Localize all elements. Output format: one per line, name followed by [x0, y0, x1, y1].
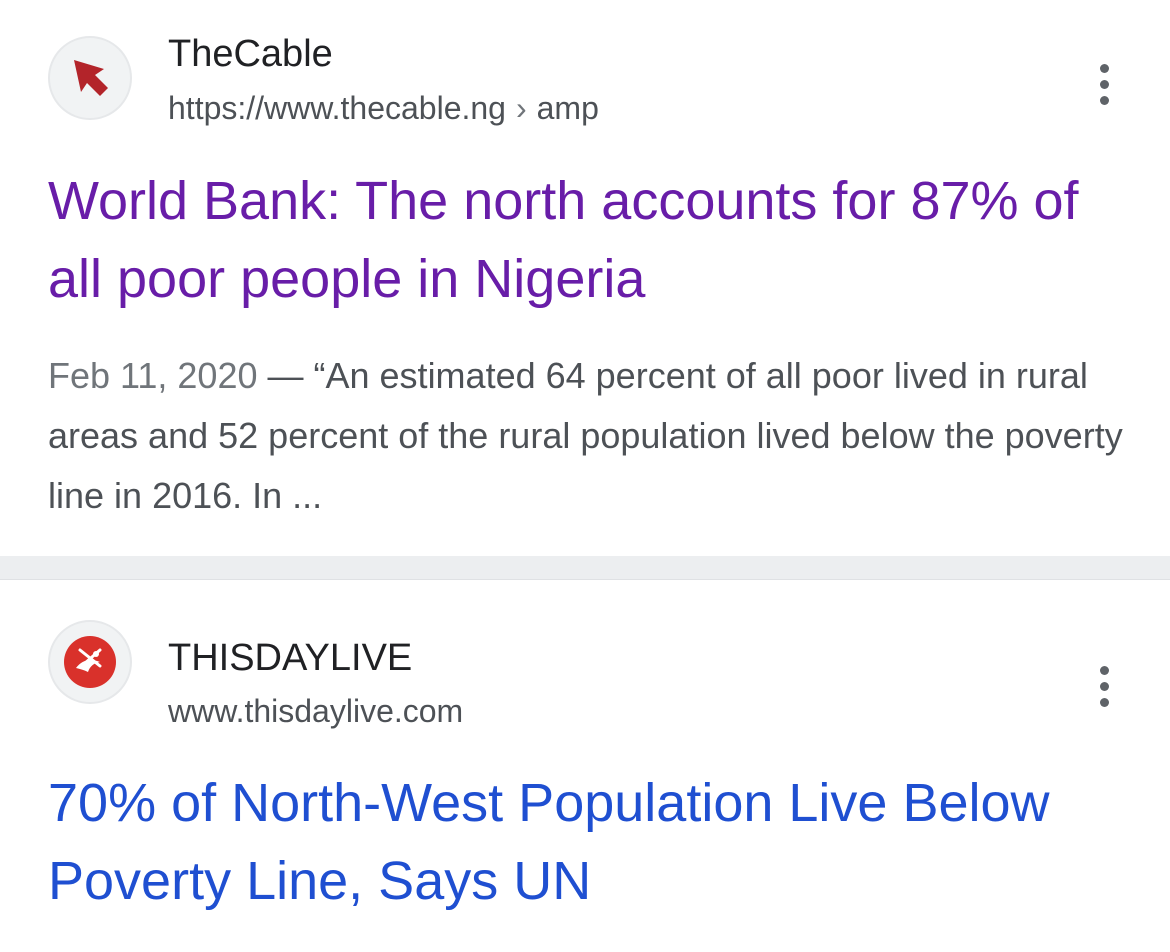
menu-dot-icon — [1099, 681, 1109, 691]
thisday-bird-icon — [64, 636, 116, 688]
site-url[interactable]: www.thisdaylive.com — [168, 691, 463, 731]
menu-dot-icon — [1099, 697, 1109, 707]
search-result-thisdaylive: THISDAYLIVE www.thisdaylive.com 70% of N… — [0, 580, 1170, 952]
date-separator: — — [257, 355, 314, 396]
menu-dot-icon — [1099, 665, 1109, 675]
more-options-button[interactable] — [1080, 54, 1128, 114]
red-arrow-icon — [74, 60, 108, 96]
result-snippet: Feb 11, 2020 — “An estimated 64 percent … — [48, 346, 1128, 526]
site-name[interactable]: TheCable — [168, 32, 333, 76]
site-name[interactable]: THISDAYLIVE — [168, 636, 412, 680]
results-divider — [0, 556, 1170, 580]
url-separator: › — [515, 90, 527, 126]
thecable-favicon-icon[interactable] — [48, 36, 132, 120]
search-result-thecable: TheCable https://www.thecable.ng › amp Wor… — [0, 0, 1170, 556]
site-url[interactable]: https://www.thecable.ng › amp — [168, 88, 599, 128]
result-title-link[interactable]: World Bank: The north accounts for 87% o… — [48, 162, 1128, 318]
menu-dot-icon — [1099, 95, 1109, 105]
more-options-button[interactable] — [1080, 656, 1128, 716]
result-title-link[interactable]: 70% of North-West Population Live Below … — [48, 764, 1128, 920]
result-date: Feb 11, 2020 — [48, 355, 258, 396]
menu-dot-icon — [1099, 79, 1109, 89]
thisdaylive-favicon-icon[interactable] — [48, 620, 132, 704]
url-base: https://www.thecable.ng — [168, 90, 506, 126]
url-path: amp — [536, 90, 599, 126]
menu-dot-icon — [1099, 63, 1109, 73]
